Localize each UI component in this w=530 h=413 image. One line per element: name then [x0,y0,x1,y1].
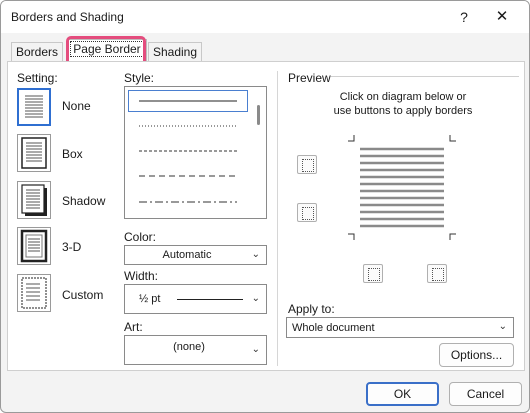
bottom-border-button[interactable] [297,203,317,222]
setting-custom-icon[interactable] [17,274,51,312]
chevron-down-icon: ⌄ [251,344,260,355]
art-select[interactable]: (none) ⌄ [124,335,267,365]
chevron-down-icon: ⌄ [251,249,260,260]
setting-3d-label[interactable]: 3-D [62,240,81,254]
column-separator [277,71,278,366]
tab-borders[interactable]: Borders [11,42,63,62]
cancel-button-label: Cancel [466,387,505,401]
setting-box-label[interactable]: Box [62,147,83,161]
width-label: Width: [124,269,159,283]
setting-3d-icon[interactable] [17,227,51,265]
cancel-button[interactable]: Cancel [449,382,522,406]
width-select[interactable]: ½ pt ⌄ [124,284,267,314]
width-line-sample [177,299,243,300]
right-border-button[interactable] [427,264,447,283]
tab-shading[interactable]: Shading [148,42,202,62]
page-box-icon [21,137,47,169]
dialog-title: Borders and Shading [11,10,124,24]
page-custom-icon [21,277,47,309]
tab-shading-label: Shading [152,45,198,59]
chevron-down-icon: ⌄ [251,293,260,304]
setting-none-icon[interactable] [17,88,51,126]
setting-box-icon[interactable] [17,134,51,172]
dialog-window: Borders and Shading ? ✕ Borders Page Bor… [0,0,530,413]
ok-button[interactable]: OK [366,382,439,406]
preview-instruction-1: Click on diagram below or [339,91,467,103]
options-button[interactable]: Options... [439,343,514,367]
line-styles [139,100,237,203]
preview-diagram[interactable] [340,129,464,246]
preview-heading: Preview [288,71,331,85]
preview-instruction-2: use buttons to apply borders [333,105,473,117]
width-value: ½ pt [139,293,161,305]
page-3d-icon [20,229,48,263]
apply-to-label: Apply to: [288,302,335,316]
color-label: Color: [124,230,157,244]
setting-shadow-icon[interactable] [17,181,51,219]
setting-heading: Setting: [17,71,58,85]
color-select[interactable]: Automatic ⌄ [124,245,267,265]
left-border-button[interactable] [363,264,383,283]
close-button[interactable]: ✕ [491,7,513,27]
page-shadow-icon [21,184,47,216]
color-value: Automatic [162,249,212,261]
style-heading: Style: [124,71,155,85]
page-lines-icon [25,95,43,118]
apply-to-select[interactable]: Whole document ⌄ [286,317,514,338]
style-listbox[interactable] [124,86,267,219]
preview-rule [331,76,519,77]
setting-none-label[interactable]: None [62,99,91,113]
art-label: Art: [124,320,143,334]
preview-page [348,135,456,240]
setting-custom-label[interactable]: Custom [62,288,103,302]
style-scrollbar-thumb[interactable] [257,105,260,125]
apply-to-value: Whole document [292,322,375,334]
top-border-button[interactable] [297,155,317,174]
options-button-label: Options... [450,348,503,362]
ok-button-label: OK [393,387,412,401]
tab-borders-label: Borders [15,45,59,59]
chevron-down-icon: ⌄ [498,321,507,332]
title-bar: Borders and Shading ? ✕ [1,1,529,33]
art-value: (none) [173,341,205,353]
help-button[interactable]: ? [453,7,475,27]
setting-shadow-label[interactable]: Shadow [62,194,105,208]
